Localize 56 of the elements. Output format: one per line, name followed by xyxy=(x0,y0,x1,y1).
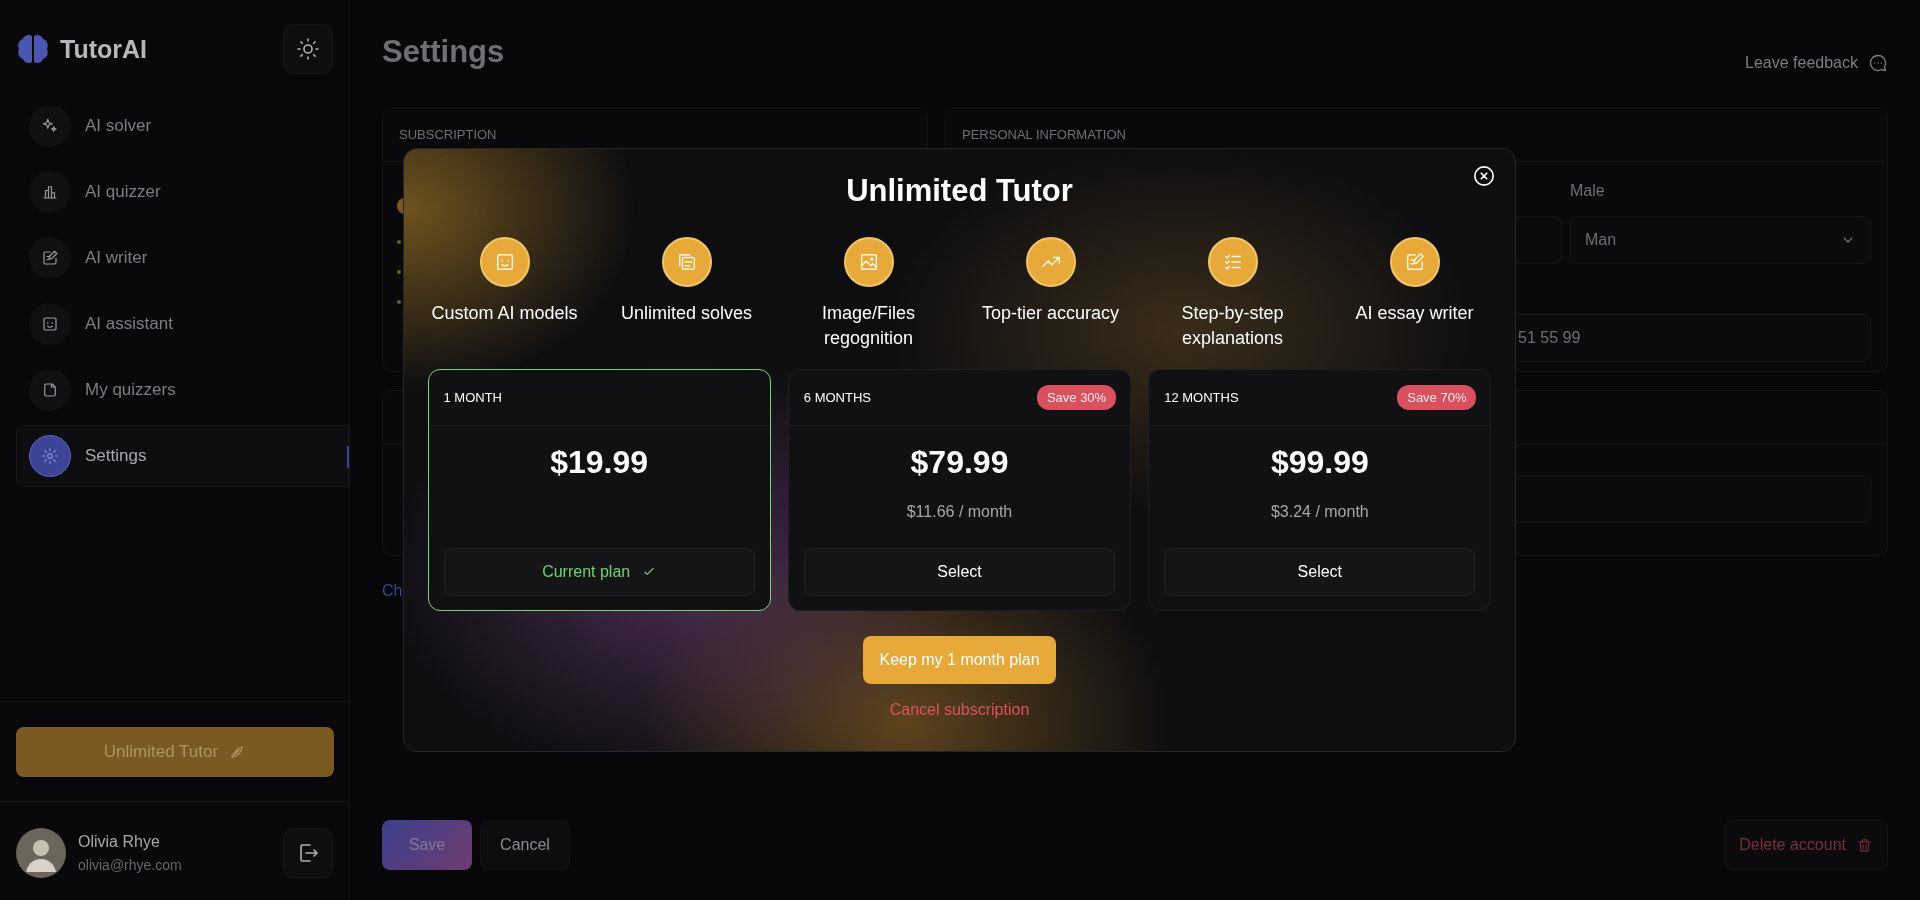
plan-price: $99.99 xyxy=(1270,444,1369,481)
smiley-icon xyxy=(41,315,59,333)
discount-badge: Save 70% xyxy=(1397,385,1477,410)
select-button[interactable]: Select xyxy=(803,548,1116,596)
nav-item[interactable]: My quizzers xyxy=(16,368,349,412)
feature-label: Step-by-step explanations xyxy=(1180,302,1285,350)
bar-chart-icon xyxy=(41,183,59,201)
plan-card[interactable]: 1 MONTH $19.99 Current plan xyxy=(427,369,771,611)
feature-label: Custom AI models xyxy=(431,302,578,325)
field-label: Male xyxy=(1570,182,1606,201)
close-icon[interactable] xyxy=(1473,165,1495,187)
logout-button[interactable] xyxy=(283,828,333,878)
settings-icon xyxy=(41,447,59,465)
feature-label: Image/Files regognition xyxy=(820,302,916,350)
user-name: Olivia Rhye xyxy=(78,833,161,851)
document-icon xyxy=(41,381,59,399)
brain-logo-icon xyxy=(16,32,50,66)
bullet-dot xyxy=(397,270,401,274)
current-plan-button[interactable]: Current plan xyxy=(443,548,755,596)
sparkles-icon xyxy=(41,117,59,135)
feature-label: Unlimited solves xyxy=(620,302,752,325)
bullet-dot xyxy=(397,240,401,244)
bullet-dot xyxy=(397,300,401,304)
feature-label: Top-tier accuracy xyxy=(981,302,1120,325)
theme-toggle-button[interactable] xyxy=(283,24,333,74)
active-indicator xyxy=(347,446,349,468)
nav-item[interactable]: AI quizzer xyxy=(16,170,349,214)
plan-period: 1 MONTH xyxy=(443,390,502,405)
note-edit-icon xyxy=(41,249,59,267)
plan-period: 12 MONTHS xyxy=(1164,390,1239,405)
plan-price: $79.99 xyxy=(910,444,1009,481)
page-title: Settings xyxy=(382,34,505,70)
cancel-subscription-link[interactable]: Cancel subscription xyxy=(889,701,1030,719)
nav-item[interactable]: AI writer xyxy=(16,236,349,280)
nav-item[interactable]: AI solver xyxy=(16,104,349,148)
gender-select[interactable]: Man xyxy=(1570,216,1871,264)
feature-label: AI essay writer xyxy=(1355,302,1474,325)
select-button[interactable]: Select xyxy=(1164,548,1476,596)
monthly-price: $3.24 / month xyxy=(1270,503,1369,522)
plan-period: 6 MONTHS xyxy=(803,390,871,405)
user-email: olivia@rhye.com xyxy=(78,857,183,873)
feedback-link[interactable]: Leave feedback xyxy=(1745,53,1888,73)
cancel-button[interactable]: Cancel xyxy=(480,820,570,870)
avatar xyxy=(16,828,66,878)
trash-icon xyxy=(1856,836,1873,854)
sun-icon xyxy=(296,37,320,61)
dialog-title: Unlimited Tutor xyxy=(846,173,1073,210)
plan-card[interactable]: 6 MONTHS Save 30% $79.99 $11.66 / month Select xyxy=(787,369,1132,611)
plan-card[interactable]: 12 MONTHS Save 70% $99.99 $3.24 / month Select xyxy=(1148,369,1492,611)
chat-bubble-icon xyxy=(1868,53,1888,73)
monthly-price: $11.66 / month xyxy=(906,503,1013,522)
nav-item[interactable]: AI assistant xyxy=(16,302,349,346)
app-logo: TutorAI xyxy=(60,34,147,64)
plan-price: $19.99 xyxy=(550,444,649,481)
discount-badge: Save 30% xyxy=(1036,385,1117,410)
nav-item[interactable]: Settings xyxy=(16,425,349,487)
